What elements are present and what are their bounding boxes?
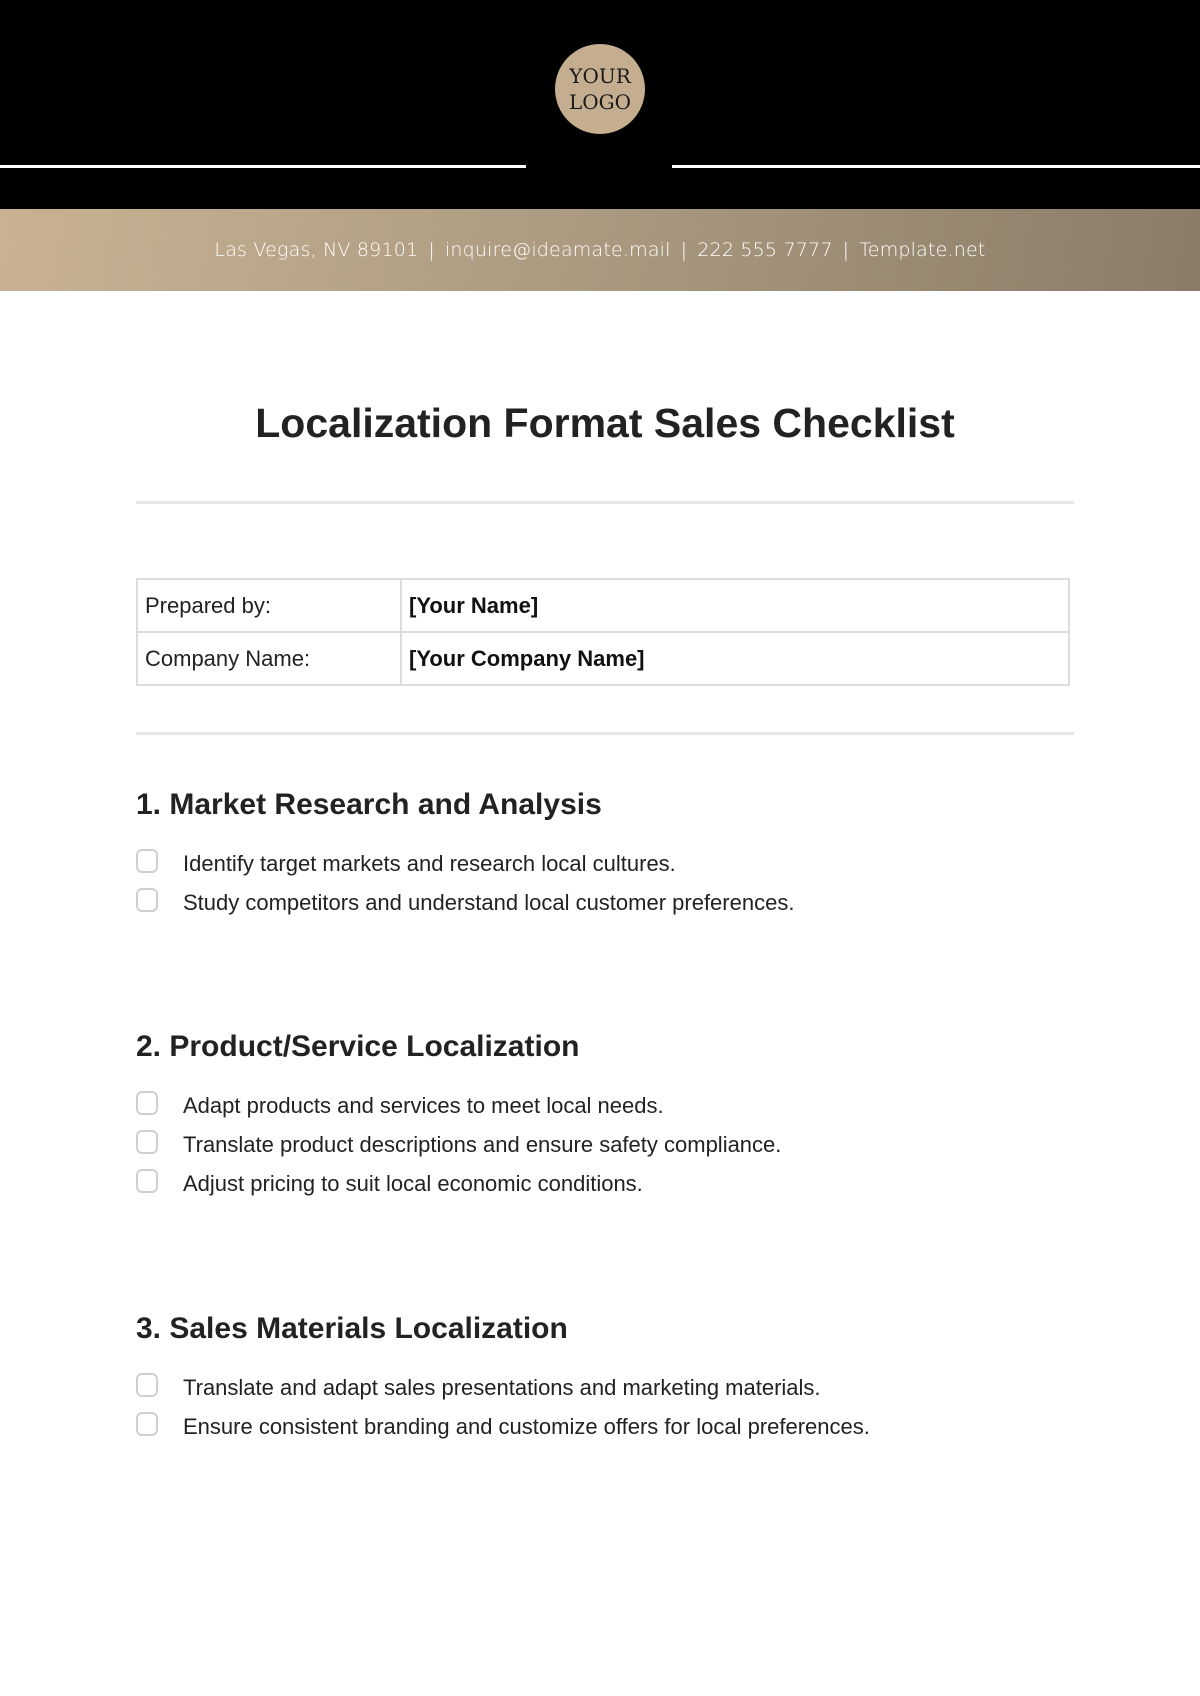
contact-bar: Las Vegas, NV 89101 | inquire@ideamate.m… [0,209,1200,291]
section-heading: 3. Sales Materials Localization [136,1312,568,1345]
table-row: Company Name: [Your Company Name] [136,631,1070,686]
contact-separator: | [680,239,688,261]
checkbox[interactable] [136,1372,158,1397]
header-divider-left [0,165,526,168]
checkbox[interactable] [136,1411,158,1436]
logo-text-line1: YOUR [569,64,631,88]
checklist-item: Identify target markets and research loc… [136,844,1136,883]
company-name-label: Company Name: [136,631,402,686]
prepared-by-value: [Your Name] [400,578,1070,633]
contact-website: Template.net [859,239,986,261]
checklist-item-text: Adjust pricing to suit local economic co… [183,1170,643,1196]
checklist-item-text: Identify target markets and research loc… [183,850,676,876]
section-sales-materials: 3. Sales Materials Localization Translat… [136,1312,1136,1446]
checkbox[interactable] [136,1168,158,1193]
table-row: Prepared by: [Your Name] [136,578,1070,633]
contact-separator: | [428,239,435,261]
contact-separator: | [842,239,850,261]
section-heading: 2. Product/Service Localization [136,1030,580,1063]
checklist-item: Adapt products and services to meet loca… [136,1086,1136,1125]
header-band: YOUR LOGO [0,0,1200,209]
section-product-localization: 2. Product/Service Localization Adapt pr… [136,1030,1136,1203]
checkbox[interactable] [136,1129,158,1154]
header-divider-right [672,165,1200,168]
contact-email: inquire@ideamate.mail [444,239,671,261]
section-heading: 1. Market Research and Analysis [136,788,602,821]
title-divider [136,501,1074,504]
info-table: Prepared by: [Your Name] Company Name: [… [136,578,1070,686]
checklist-item: Ensure consistent branding and customize… [136,1407,1136,1446]
checklist-item-text: Ensure consistent branding and customize… [183,1413,870,1439]
checkbox[interactable] [136,1090,158,1115]
checklist-item-text: Adapt products and services to meet loca… [183,1092,664,1118]
checklist-item: Translate and adapt sales presentations … [136,1368,1136,1407]
prepared-by-label: Prepared by: [136,578,402,633]
section-market-research: 1. Market Research and Analysis Identify… [136,788,1136,922]
table-divider [136,732,1074,735]
checkbox[interactable] [136,887,158,912]
company-name-value: [Your Company Name] [400,631,1070,686]
checklist-item-text: Translate and adapt sales presentations … [183,1374,821,1400]
document-title: Localization Format Sales Checklist [255,400,955,446]
contact-phone: 222 555 7777 [697,239,833,261]
checklist-item: Adjust pricing to suit local economic co… [136,1164,1136,1203]
checklist-item-text: Translate product descriptions and ensur… [183,1131,782,1157]
checkbox[interactable] [136,848,158,873]
company-logo: YOUR LOGO [555,44,645,134]
contact-address: Las Vegas, NV 89101 [214,239,419,261]
logo-text-line2: LOGO [568,90,632,114]
checklist-item: Study competitors and understand local c… [136,883,1136,922]
checklist-item-text: Study competitors and understand local c… [183,889,795,915]
checklist-item: Translate product descriptions and ensur… [136,1125,1136,1164]
